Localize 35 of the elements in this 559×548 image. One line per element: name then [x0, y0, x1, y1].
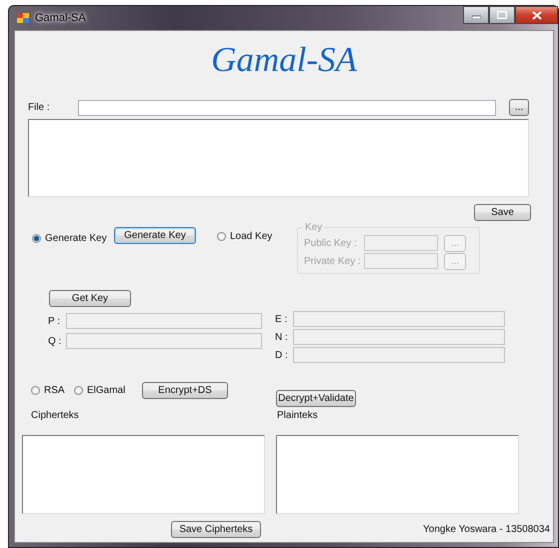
close-button[interactable]: [515, 6, 558, 24]
ciphertext-label: Cipherteks: [31, 410, 80, 421]
file-label: File :: [28, 102, 51, 113]
save-button[interactable]: Save: [474, 204, 531, 221]
maximize-icon: [497, 11, 507, 19]
plaintext-area[interactable]: [276, 435, 519, 514]
browse-button[interactable]: ...: [509, 99, 529, 116]
save-ciphertext-button[interactable]: Save Cipherteks: [171, 521, 261, 538]
plaintext-label: Plainteks: [277, 410, 318, 421]
ciphertext-area[interactable]: [22, 435, 265, 514]
param-label: N :: [275, 332, 289, 342]
window-title: Gamal-SA: [35, 12, 86, 24]
decrypt-button[interactable]: Decrypt+Validate: [276, 390, 356, 407]
radio-option[interactable]: RSA: [31, 385, 69, 396]
param-label: Q :: [48, 336, 62, 346]
file-content-area[interactable]: [28, 119, 529, 197]
param-label: E :: [275, 314, 288, 324]
maximize-button[interactable]: [489, 6, 515, 24]
close-icon: [532, 10, 542, 20]
generate-key-button[interactable]: Generate Key: [114, 227, 196, 244]
key-label: Public Key :: [304, 238, 358, 248]
app-icon: [16, 11, 30, 25]
radio-option[interactable]: Generate Key: [32, 233, 110, 244]
minimize-button[interactable]: [463, 6, 489, 24]
group-title: Key: [303, 222, 324, 233]
key-label: Private Key :: [304, 256, 362, 266]
file-path-field[interactable]: [78, 100, 496, 116]
radio-option[interactable]: Load Key: [217, 231, 275, 242]
app-heading: Gamal-SA: [211, 42, 357, 77]
encrypt-button[interactable]: Encrypt+DS: [142, 382, 228, 399]
radio-option[interactable]: ElGamal: [74, 385, 134, 396]
get-key-button[interactable]: Get Key: [49, 290, 131, 307]
param-label: P :: [48, 316, 62, 326]
author-credit: Yongke Yoswara - 13508034: [423, 524, 550, 535]
param-label: D :: [275, 350, 289, 360]
